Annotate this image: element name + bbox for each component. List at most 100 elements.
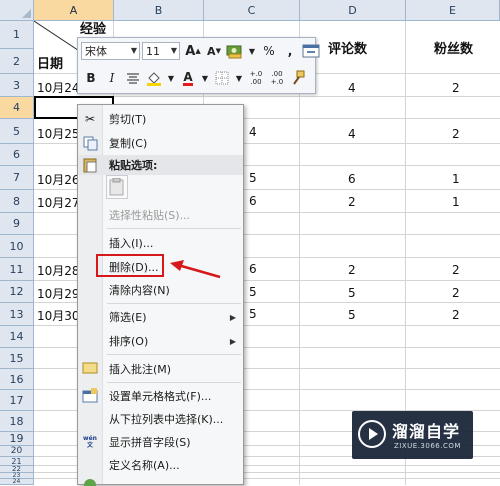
decrease-decimal-button[interactable]: .00 +.0 — [267, 68, 287, 88]
menu-item-insert-comment[interactable]: 插入批注(M) — [78, 358, 243, 380]
accounting-format-button[interactable] — [225, 41, 245, 61]
cell-a3[interactable]: 10月24 — [37, 79, 77, 96]
row-header-13[interactable]: 13 — [0, 303, 34, 326]
fill-color-button[interactable] — [144, 68, 164, 88]
italic-button[interactable]: I — [102, 68, 122, 88]
row-header-2[interactable]: 2 — [0, 49, 34, 74]
row-header-3[interactable]: 3 — [0, 74, 34, 97]
cell-c5[interactable]: 4 — [249, 125, 257, 139]
submenu-arrow-icon: ▶ — [229, 312, 236, 322]
up-caret-icon: ▲ — [195, 47, 201, 55]
row-header-14[interactable]: 14 — [0, 326, 34, 348]
cell-d8[interactable]: 2 — [348, 195, 356, 209]
cell-c7[interactable]: 5 — [249, 171, 257, 185]
row-header-11[interactable]: 11 — [0, 258, 34, 281]
percent-button[interactable]: % — [259, 41, 279, 61]
menu-item-format-cells[interactable]: 设置单元格格式(F)... — [78, 385, 243, 407]
menu-item-phonetic[interactable]: wén 文 显示拼音字段(S) — [78, 431, 243, 453]
column-header-c[interactable]: C — [204, 0, 300, 21]
cell-c11[interactable]: 6 — [249, 262, 257, 276]
format-painter-button[interactable] — [288, 68, 308, 88]
paste-options-header: 粘贴选项: — [78, 155, 243, 175]
menu-item-pick-from-list[interactable]: 从下拉列表中选择(K)... — [78, 408, 243, 430]
currency-format-icon — [226, 45, 242, 59]
cell-e12[interactable]: 2 — [452, 286, 460, 300]
grow-font-button[interactable]: A ▲ — [183, 41, 203, 61]
cell-a13[interactable]: 10月30 — [37, 307, 77, 324]
font-size-dropdown[interactable]: 11 ▼ — [142, 42, 180, 60]
select-all-corner[interactable] — [0, 0, 34, 21]
row-header-24[interactable]: 24 — [0, 478, 34, 485]
menu-item-define-name[interactable]: 定义名称(A)... — [78, 454, 243, 476]
row-header-5[interactable]: 5 — [0, 119, 34, 144]
cell-d2-comments-header[interactable]: 评论数 — [328, 38, 367, 57]
row-header-4[interactable]: 4 — [0, 97, 34, 119]
cell-c12[interactable]: 5 — [249, 285, 257, 299]
cell-e3[interactable]: 2 — [452, 81, 460, 95]
align-center-button[interactable] — [123, 68, 143, 88]
row-header-15[interactable]: 15 — [0, 348, 34, 369]
cell-d13[interactable]: 5 — [348, 308, 356, 322]
paste-button[interactable] — [106, 175, 128, 199]
row-header-20[interactable]: 20 — [0, 446, 34, 457]
menu-item-copy[interactable]: 复制(C) — [78, 132, 243, 154]
cell-e13[interactable]: 2 — [452, 308, 460, 322]
cell-b1-header[interactable]: 经验 — [80, 18, 106, 37]
cell-d11[interactable]: 2 — [348, 263, 356, 277]
shrink-font-button[interactable]: A ▼ — [204, 41, 224, 61]
cell-c8[interactable]: 6 — [249, 194, 257, 208]
comma-style-button[interactable]: , — [280, 41, 300, 61]
column-header-b[interactable]: B — [114, 0, 204, 21]
cell-e2-fans-header[interactable]: 粉丝数 — [434, 38, 473, 57]
row-header-7[interactable]: 7 — [0, 166, 34, 190]
cell-e5[interactable]: 2 — [452, 127, 460, 141]
column-header-d[interactable]: D — [300, 0, 406, 21]
menu-item-cut[interactable]: ✂ 剪切(T) — [78, 108, 243, 130]
row-header-17[interactable]: 17 — [0, 390, 34, 411]
row-header-12[interactable]: 12 — [0, 281, 34, 303]
watermark-title: 溜溜自学 — [392, 422, 461, 441]
menu-item-insert[interactable]: 插入(I)... — [78, 232, 243, 254]
cell-d12[interactable]: 5 — [348, 286, 356, 300]
paste-options-label: 粘贴选项: — [109, 159, 158, 172]
row-header-18[interactable]: 18 — [0, 411, 34, 432]
cell-a11[interactable]: 10月28 — [37, 262, 77, 279]
cell-d3[interactable]: 4 — [348, 81, 356, 95]
row-header-10[interactable]: 10 — [0, 235, 34, 258]
cell-a8[interactable]: 10月27 — [37, 194, 77, 211]
cell-a12[interactable]: 10月29 — [37, 285, 77, 302]
menu-separator — [107, 354, 241, 355]
bold-button[interactable]: B — [81, 68, 101, 88]
row-header-6[interactable]: 6 — [0, 144, 34, 166]
chevron-down-icon[interactable]: ▼ — [165, 68, 177, 88]
cell-a7[interactable]: 10月26 — [37, 171, 77, 188]
menu-item-sort[interactable]: 排序(O) ▶ — [78, 330, 243, 352]
menu-item-filter[interactable]: 筛选(E) ▶ — [78, 306, 243, 328]
cell-a2-date-header[interactable]: 日期 — [37, 53, 63, 72]
menu-separator — [107, 382, 241, 383]
chevron-down-icon[interactable]: ▼ — [199, 68, 211, 88]
chevron-down-icon[interactable]: ▼ — [246, 41, 258, 61]
cell-e7[interactable]: 1 — [452, 172, 460, 186]
chevron-down-icon[interactable]: ▼ — [233, 68, 245, 88]
row-header-9[interactable]: 9 — [0, 213, 34, 235]
increase-decimal-button[interactable]: +.0 .00 — [246, 68, 266, 88]
merge-cells-button[interactable] — [301, 41, 321, 61]
borders-button[interactable] — [212, 68, 232, 88]
cell-e11[interactable]: 2 — [452, 263, 460, 277]
font-name-dropdown[interactable]: 宋体 ▼ — [81, 42, 140, 60]
row-header-16[interactable]: 16 — [0, 369, 34, 390]
menu-item-paste-special[interactable]: 选择性粘贴(S)... — [78, 204, 243, 226]
row-header-19[interactable]: 19 — [0, 432, 34, 446]
cell-d5[interactable]: 4 — [348, 127, 356, 141]
font-color-button[interactable]: A — [178, 68, 198, 88]
row-header-1[interactable]: 1 — [0, 21, 34, 49]
column-header-e[interactable]: E — [406, 0, 500, 21]
cell-d7[interactable]: 6 — [348, 172, 356, 186]
watermark-subtitle: ZIXUE.3066.COM — [394, 442, 461, 450]
cell-c13[interactable]: 5 — [249, 307, 257, 321]
menu-item-clear-contents[interactable]: 清除内容(N) — [78, 279, 243, 301]
cell-a5[interactable]: 10月25 — [37, 125, 77, 142]
row-header-8[interactable]: 8 — [0, 190, 34, 213]
cell-e8[interactable]: 1 — [452, 195, 460, 209]
